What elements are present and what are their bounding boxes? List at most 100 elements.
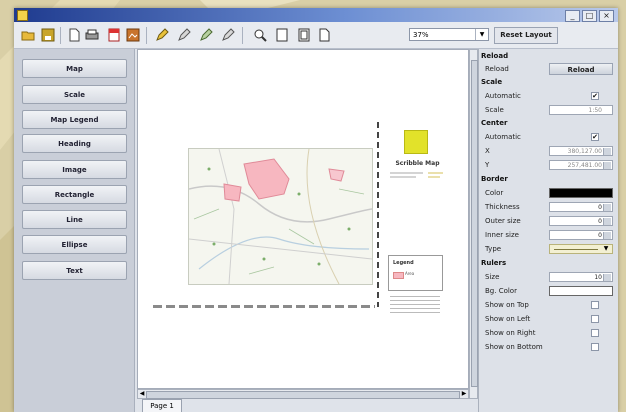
tab-page-1[interactable]: Page 1 — [142, 399, 182, 412]
toolbar: 37% ▼ Reset Layout — [14, 22, 618, 49]
open-folder-icon[interactable] — [20, 27, 36, 43]
page-alt-icon[interactable] — [296, 27, 312, 43]
line-style-preview — [554, 249, 598, 250]
print-icon[interactable] — [84, 27, 100, 43]
reload-label: Reload — [485, 65, 509, 73]
border-outer-size-field[interactable]: 0 — [549, 216, 613, 226]
show-bottom-checkbox[interactable] — [591, 343, 599, 351]
show-left-label: Show on Left — [485, 315, 531, 323]
add-rectangle-button[interactable]: Rectangle — [22, 185, 127, 204]
pen-delete-icon[interactable] — [220, 27, 236, 43]
toolbar-separator — [242, 27, 243, 44]
map-title[interactable]: Scribble Map — [390, 160, 445, 167]
section-reload: Reload — [481, 52, 509, 60]
horizontal-scrollbar[interactable]: ◀ ▶ — [137, 389, 469, 399]
show-left-checkbox[interactable] — [591, 315, 599, 323]
add-image-button[interactable]: Image — [22, 160, 127, 179]
scroll-left-icon[interactable]: ◀ — [138, 390, 146, 398]
border-outer-size-label: Outer size — [485, 217, 521, 225]
center-y-field[interactable]: 257,481.00 — [549, 160, 613, 170]
page-fit-icon[interactable] — [316, 27, 332, 43]
vertical-scrollbar[interactable] — [469, 49, 478, 399]
reload-row: Reload Reload — [479, 63, 618, 76]
toolbar-separator — [60, 27, 61, 44]
add-text-button[interactable]: Text — [22, 261, 127, 280]
show-top-label: Show on Top — [485, 301, 529, 309]
rulers-size-label: Size — [485, 273, 500, 281]
page-icon[interactable] — [274, 27, 290, 43]
image-export-icon[interactable] — [125, 27, 141, 43]
border-thickness-field[interactable]: 0 — [549, 202, 613, 212]
show-right-row: Show on Right — [479, 327, 618, 340]
scale-automatic-checkbox[interactable]: ✔ — [591, 92, 599, 100]
center-automatic-row: Automatic ✔ — [479, 131, 618, 144]
border-color-row: Color — [479, 187, 618, 200]
zoom-value: 37% — [413, 31, 429, 39]
rulers-size-field[interactable]: 10 — [549, 272, 613, 282]
border-inner-size-field[interactable]: 0 — [549, 230, 613, 240]
logo-image[interactable] — [404, 130, 428, 154]
add-line-button[interactable]: Line — [22, 210, 127, 229]
show-top-row: Show on Top — [479, 299, 618, 312]
maximize-button[interactable]: □ — [582, 10, 597, 22]
section-border: Border — [481, 175, 508, 183]
rulers-bg-color-label: Bg. Color — [485, 287, 517, 295]
border-inner-size-row: Inner size 0 — [479, 229, 618, 242]
reload-button[interactable]: Reload — [549, 63, 613, 75]
scale-field[interactable]: 1:50 — [549, 105, 613, 115]
title-bar: _ □ × — [14, 8, 618, 22]
chevron-down-icon[interactable]: ▼ — [475, 29, 488, 40]
app-window: _ □ × 37% ▼ Reset Layout Map Scale Map L… — [14, 8, 618, 412]
border-outer-size-row: Outer size 0 — [479, 215, 618, 228]
rulers-bg-color-row: Bg. Color — [479, 285, 618, 298]
scale-row: Scale 1:50 — [479, 104, 618, 117]
show-bottom-row: Show on Bottom — [479, 341, 618, 354]
show-bottom-label: Show on Bottom — [485, 343, 543, 351]
border-color-swatch[interactable] — [549, 188, 613, 198]
center-automatic-checkbox[interactable]: ✔ — [591, 133, 599, 141]
add-map-legend-button[interactable]: Map Legend — [22, 110, 127, 129]
minimize-button[interactable]: _ — [565, 10, 580, 22]
scale-bar[interactable] — [153, 305, 375, 308]
add-scale-button[interactable]: Scale — [22, 85, 127, 104]
legend-entry: Area — [405, 271, 415, 276]
border-thickness-row: Thickness 0 — [479, 201, 618, 214]
pen-edit-icon[interactable] — [198, 27, 214, 43]
layout-canvas[interactable]: Scribble Map Legend Area — [137, 49, 469, 389]
border-type-label: Type — [485, 245, 502, 253]
add-ellipse-button[interactable]: Ellipse — [22, 235, 127, 254]
add-heading-button[interactable]: Heading — [22, 134, 127, 153]
pen-alt-icon[interactable] — [176, 27, 192, 43]
zoom-select[interactable]: 37% ▼ — [409, 28, 489, 41]
footnote-text[interactable] — [390, 296, 440, 314]
border-inner-size-label: Inner size — [485, 231, 519, 239]
subtitle-text-lines — [390, 172, 443, 178]
horizontal-scroll-thumb[interactable] — [146, 391, 460, 399]
save-icon[interactable] — [40, 27, 56, 43]
border-type-select[interactable]: ▼ — [549, 244, 613, 254]
scroll-right-icon[interactable]: ▶ — [460, 390, 468, 398]
map-legend[interactable]: Legend Area — [388, 255, 443, 291]
zoom-icon[interactable] — [252, 27, 268, 43]
show-right-label: Show on Right — [485, 329, 536, 337]
map-frame[interactable] — [188, 148, 373, 285]
pdf-export-icon[interactable] — [106, 27, 122, 43]
new-page-icon[interactable] — [66, 27, 82, 43]
reset-layout-button[interactable]: Reset Layout — [494, 27, 558, 44]
pen-icon[interactable] — [154, 27, 170, 43]
rulers-size-row: Size 10 — [479, 271, 618, 284]
chevron-down-icon[interactable]: ▼ — [601, 245, 611, 253]
show-top-checkbox[interactable] — [591, 301, 599, 309]
map-image — [189, 149, 372, 284]
close-button[interactable]: × — [599, 10, 614, 22]
add-map-button[interactable]: Map — [22, 59, 127, 78]
vertical-scroll-thumb[interactable] — [471, 60, 478, 387]
center-y-label: Y — [485, 161, 490, 169]
page-edge-rule — [377, 122, 379, 307]
section-scale: Scale — [481, 78, 503, 86]
center-x-field[interactable]: 380,127.00 — [549, 146, 613, 156]
show-right-checkbox[interactable] — [591, 329, 599, 337]
legend-swatch — [393, 272, 404, 279]
rulers-bg-color-swatch[interactable] — [549, 286, 613, 296]
border-color-label: Color — [485, 189, 504, 197]
